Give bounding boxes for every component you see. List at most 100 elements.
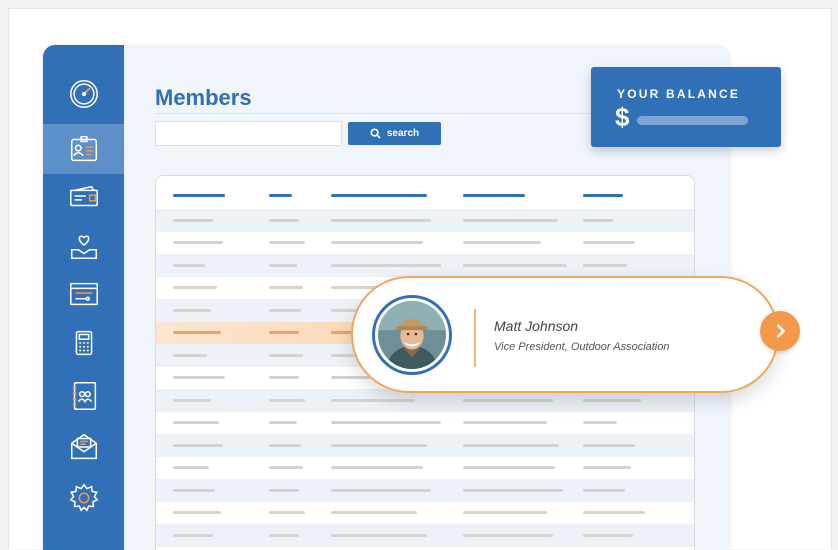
table-cell-placeholder: [331, 398, 415, 402]
chevron-right-icon: [776, 324, 785, 338]
table-cell-placeholder: [269, 286, 303, 289]
search-icon: [370, 128, 381, 139]
table-row[interactable]: [156, 209, 694, 232]
table-row[interactable]: [156, 457, 694, 480]
title-divider: [155, 113, 595, 114]
table-cell-placeholder: [463, 488, 563, 492]
table-cell-placeholder: [173, 511, 221, 514]
search-input[interactable]: [155, 121, 342, 146]
contacts-book-icon: [72, 382, 96, 410]
table-cell-placeholder: [173, 331, 221, 334]
column-header: [269, 194, 292, 197]
table-cell-placeholder: [269, 443, 301, 447]
table-cell-placeholder: [331, 488, 431, 492]
sidebar-item-donations[interactable]: [43, 221, 124, 271]
table-cell-placeholder: [269, 533, 299, 537]
member-role: Vice President, Outdoor Association: [494, 341, 670, 353]
table-row[interactable]: [156, 232, 694, 255]
sidebar-item-settings[interactable]: [43, 473, 124, 523]
sidebar-item-messages[interactable]: [43, 422, 124, 472]
table-cell-placeholder: [173, 466, 209, 469]
table-row[interactable]: [156, 254, 694, 277]
table-cell-placeholder: [463, 421, 547, 424]
table-cell-placeholder: [331, 533, 427, 537]
table-cell-placeholder: [583, 511, 645, 514]
sidebar: [43, 45, 124, 550]
table-cell-placeholder: [269, 353, 303, 357]
table-row[interactable]: [156, 434, 694, 457]
table-cell-placeholder: [269, 218, 299, 222]
sidebar-item-dashboard[interactable]: [43, 69, 124, 119]
member-id-icon: [70, 135, 97, 162]
table-cell-placeholder: [463, 443, 559, 447]
table-cell-placeholder: [331, 443, 427, 447]
table-cell-placeholder: [463, 511, 547, 514]
table-cell-placeholder: [583, 488, 625, 492]
column-header: [331, 194, 427, 197]
table-cell-placeholder: [269, 241, 305, 244]
next-arrow-button[interactable]: [760, 311, 800, 351]
table-cell-placeholder: [331, 511, 417, 514]
table-cell-placeholder: [583, 421, 617, 424]
table-cell-placeholder: [269, 511, 305, 514]
table-cell-placeholder: [331, 218, 431, 222]
calculator-icon: [75, 330, 92, 356]
table-cell-placeholder: [269, 398, 305, 402]
table-cell-placeholder: [173, 488, 215, 492]
table-cell-placeholder: [173, 376, 225, 379]
table-cell-placeholder: [173, 443, 223, 447]
column-header: [173, 194, 225, 197]
table-cell-placeholder: [583, 263, 627, 267]
page-title: Members: [155, 85, 252, 110]
table-row[interactable]: [156, 547, 694, 550]
table-row[interactable]: [156, 412, 694, 435]
balance-amount-placeholder: [637, 116, 748, 125]
table-cell-placeholder: [173, 308, 211, 312]
table-cell-placeholder: [583, 218, 613, 222]
column-header: [583, 194, 623, 197]
currency-symbol: $: [615, 102, 630, 132]
table-cell-placeholder: [463, 263, 567, 267]
table-cell-placeholder: [463, 218, 558, 222]
sidebar-item-payments[interactable]: [43, 172, 124, 222]
balance-card: YOUR BALANCE $: [591, 67, 781, 147]
table-row[interactable]: [156, 479, 694, 502]
table-cell-placeholder: [583, 398, 641, 402]
sidebar-item-members[interactable]: [43, 124, 124, 174]
table-cell-placeholder: [331, 241, 423, 244]
table-cell-placeholder: [583, 466, 631, 469]
table-cell-placeholder: [173, 218, 213, 222]
table-cell-placeholder: [331, 263, 441, 267]
member-card[interactable]: Matt Johnson Vice President, Outdoor Ass…: [351, 276, 779, 393]
card-divider: [474, 309, 476, 367]
wallet-icon: [69, 185, 98, 207]
search-button-label: search: [386, 128, 420, 139]
settings-icon: [69, 483, 98, 512]
sidebar-item-accounting[interactable]: [43, 318, 124, 368]
table-cell-placeholder: [173, 353, 207, 357]
table-cell-placeholder: [463, 466, 555, 469]
table-cell-placeholder: [173, 241, 223, 244]
member-photo: [378, 301, 446, 369]
mail-icon: [70, 433, 97, 460]
speedometer-icon: [69, 80, 98, 108]
column-header: [463, 194, 525, 197]
member-name: Matt Johnson: [494, 318, 579, 334]
website-icon: [69, 282, 98, 306]
table-cell-placeholder: [583, 443, 635, 447]
table-cell-placeholder: [463, 533, 553, 537]
sidebar-item-website[interactable]: [43, 269, 124, 319]
table-row[interactable]: [156, 524, 694, 547]
table-cell-placeholder: [463, 241, 541, 244]
search-button[interactable]: search: [348, 122, 441, 145]
table-cell-placeholder: [269, 308, 301, 312]
table-cell-placeholder: [463, 398, 553, 402]
avatar: [372, 295, 452, 375]
table-cell-placeholder: [269, 376, 299, 379]
balance-label: YOUR BALANCE: [617, 87, 741, 101]
table-row[interactable]: [156, 502, 694, 525]
table-cell-placeholder: [269, 421, 297, 424]
sidebar-item-directory[interactable]: [43, 371, 124, 421]
table-cell-placeholder: [173, 421, 219, 424]
table-cell-placeholder: [269, 488, 299, 492]
